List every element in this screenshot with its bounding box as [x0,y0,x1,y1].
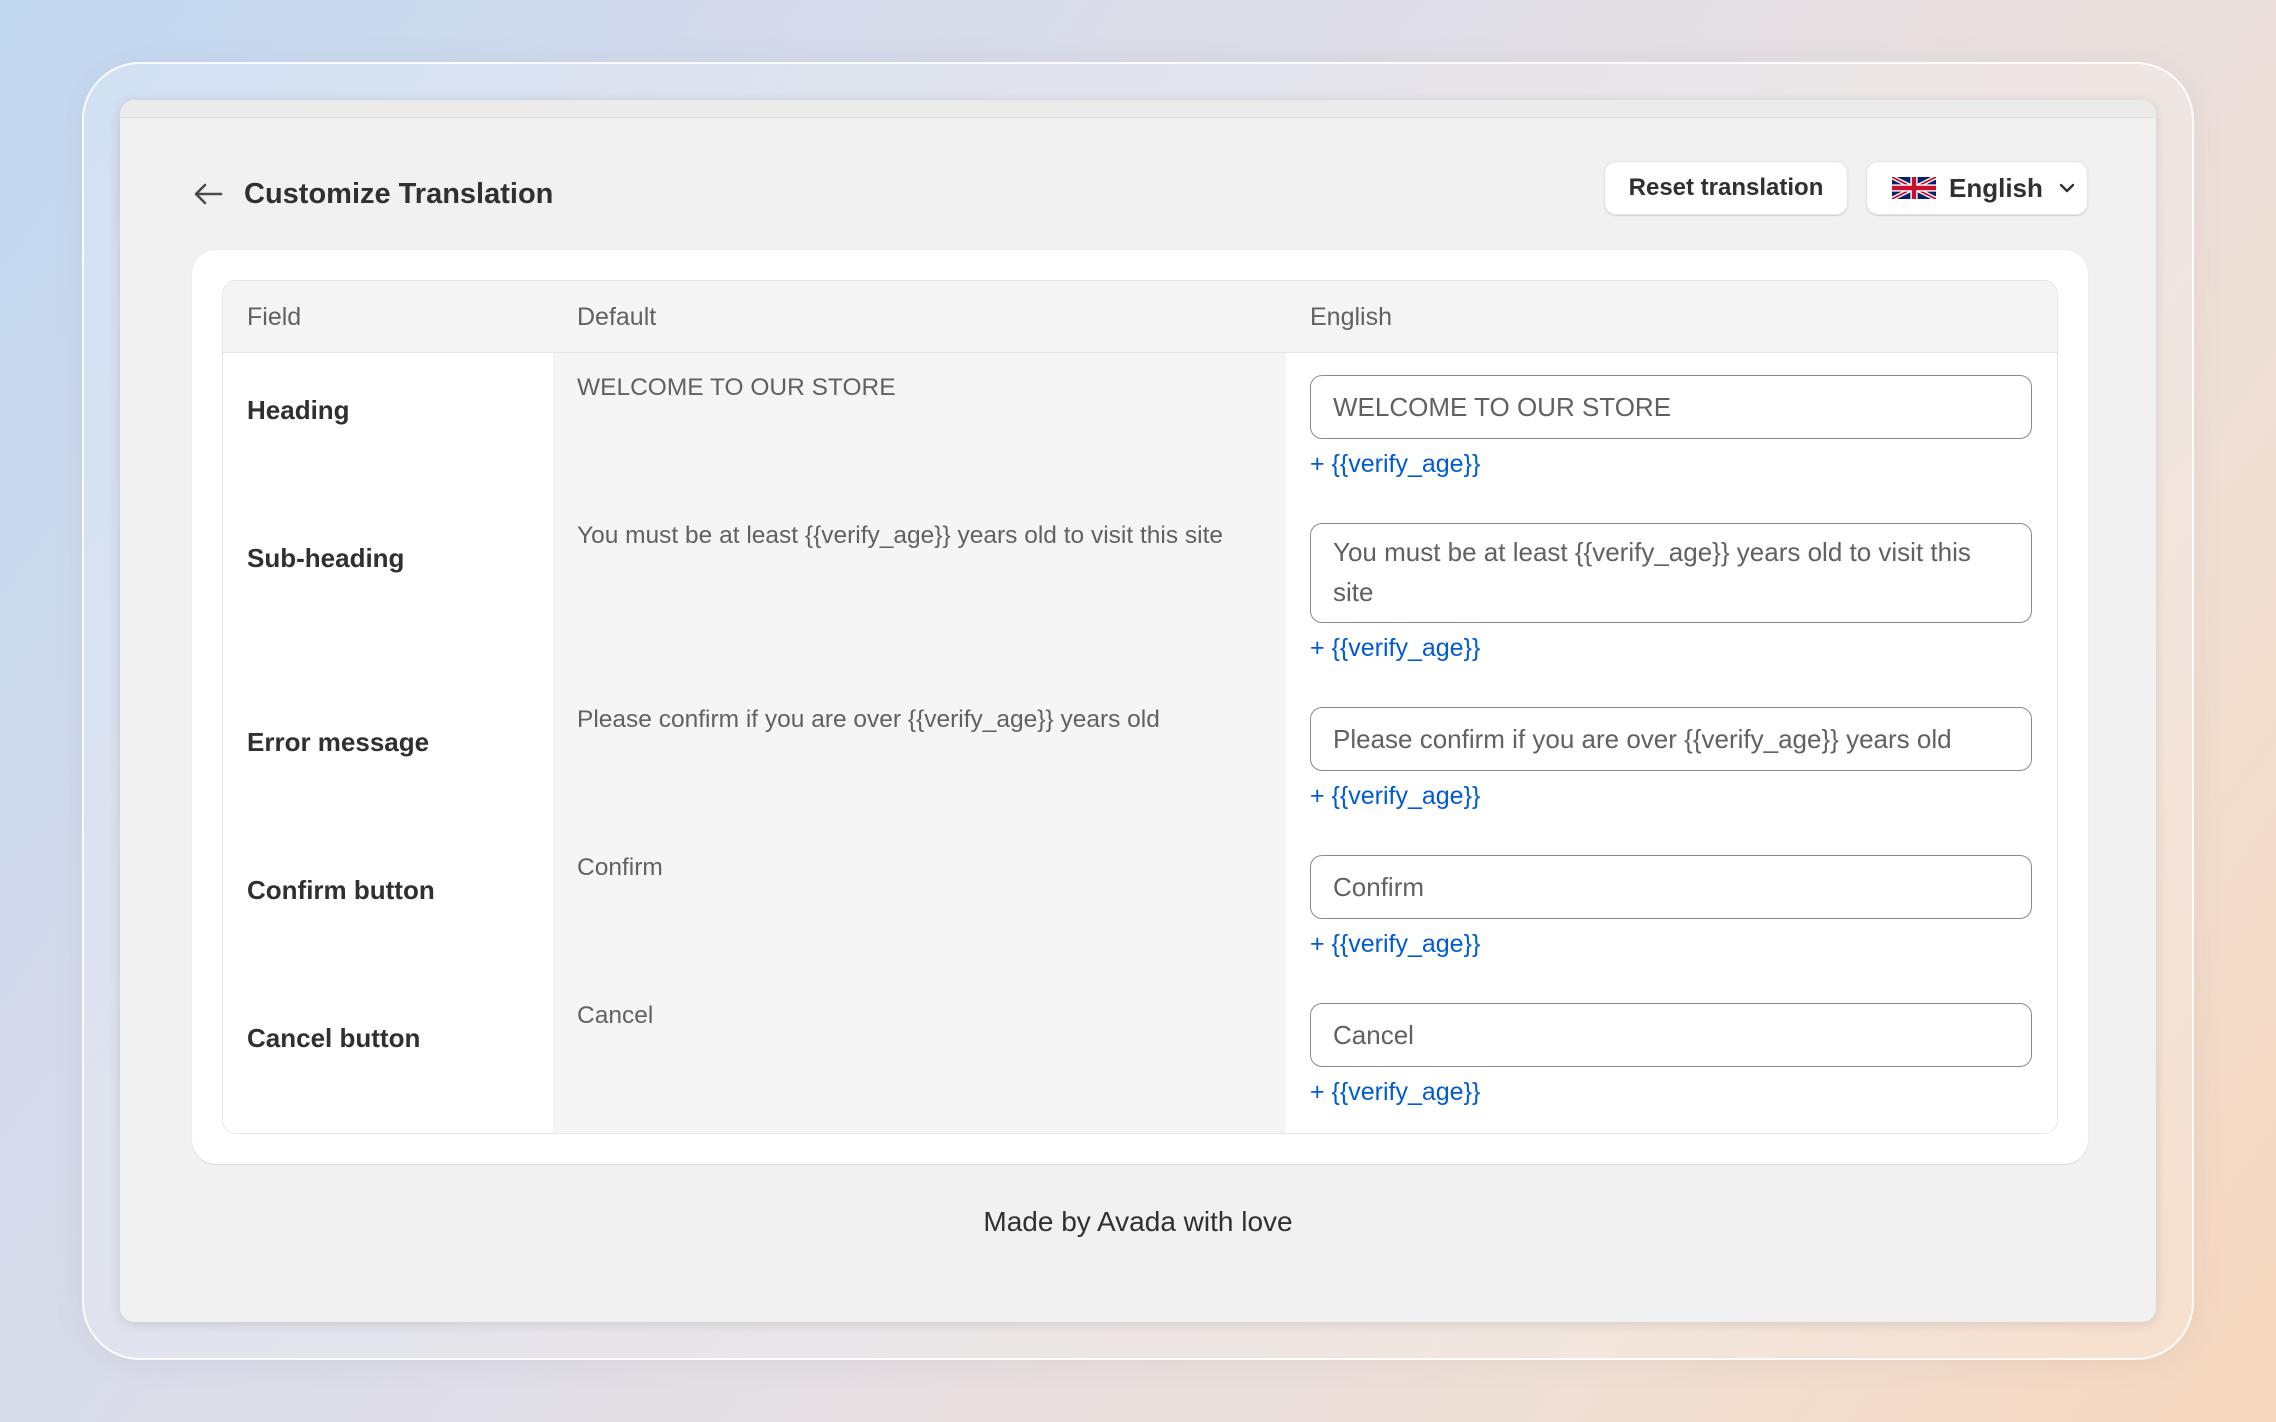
default-text: Confirm [577,854,663,881]
chevron-down-icon [2057,178,2077,198]
field-label: Sub-heading [247,543,405,573]
translation-card: Field Default English Heading WELCOME TO… [192,250,2088,1164]
footer-credit: Made by Avada with love [983,1206,1293,1237]
column-header-translation: English [1310,303,1392,331]
translation-input[interactable]: Cancel [1310,1003,2032,1067]
translation-table: Field Default English Heading WELCOME TO… [222,280,2058,1134]
translation-input[interactable]: Please confirm if you are over {{verify_… [1310,707,2032,771]
insert-token-link[interactable]: + {{verify_age}} [1310,927,1480,961]
language-selector[interactable]: English [1866,161,2088,215]
insert-token-link[interactable]: + {{verify_age}} [1310,1075,1480,1109]
arrow-left-icon [194,183,223,205]
language-label: English [1949,172,2043,203]
insert-token-link[interactable]: + {{verify_age}} [1310,447,1480,481]
insert-token-link[interactable]: + {{verify_age}} [1310,779,1480,813]
insert-token-link[interactable]: + {{verify_age}} [1310,631,1480,665]
default-text: WELCOME TO OUR STORE [577,374,896,401]
uk-flag-icon [1892,177,1936,199]
default-text: You must be at least {{verify_age}} year… [577,522,1223,549]
field-label: Confirm button [247,875,435,905]
field-label: Heading [247,395,350,425]
translation-textarea[interactable]: You must be at least {{verify_age}} year… [1310,523,2032,623]
window-top-bar [120,100,2156,118]
table-header: Field Default English [223,281,2057,353]
page-title: Customize Translation [244,178,554,210]
column-header-field: Field [247,303,302,331]
translation-input[interactable]: WELCOME TO OUR STORE [1310,375,2032,439]
translation-input[interactable]: Confirm [1310,855,2032,919]
default-text: Please confirm if you are over {{verify_… [577,706,1160,733]
field-label: Error message [247,727,430,757]
default-text: Cancel [577,1002,654,1029]
field-label: Cancel button [247,1023,421,1053]
back-button[interactable] [188,170,228,218]
reset-translation-button[interactable]: Reset translation [1604,161,1848,215]
app-window: Customize Translation Reset translation … [120,100,2156,1322]
column-header-default: Default [577,303,657,331]
